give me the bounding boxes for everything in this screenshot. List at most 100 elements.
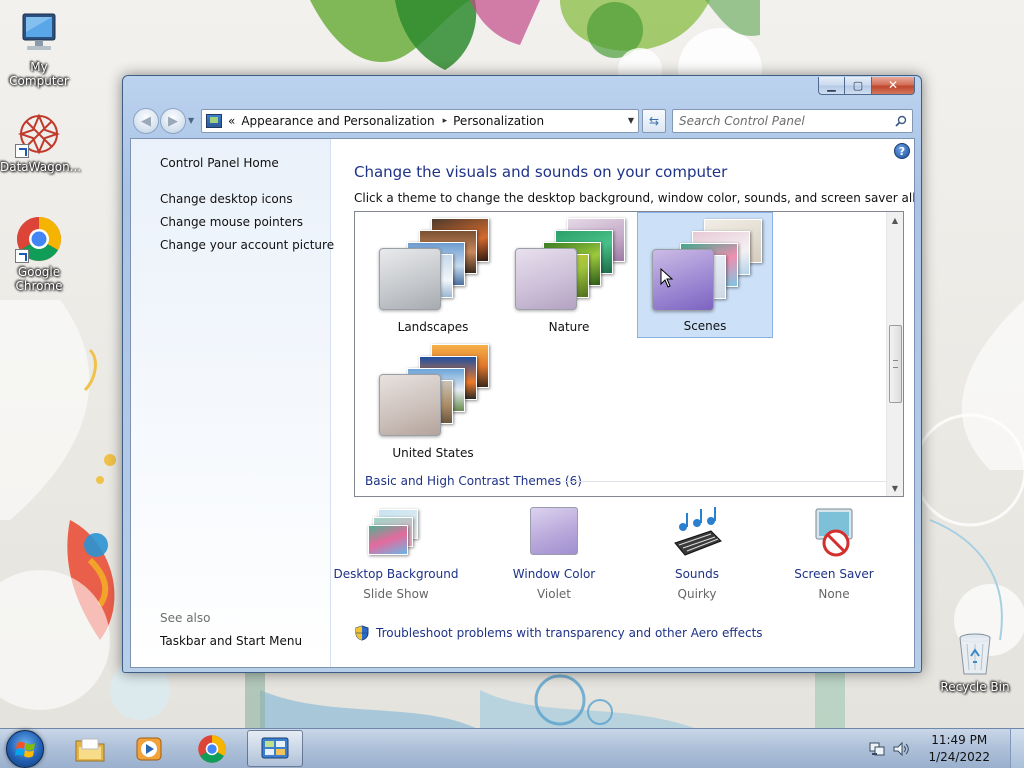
volume-icon[interactable] <box>892 740 910 758</box>
option-title[interactable]: Sounds <box>632 567 762 581</box>
search-box[interactable] <box>672 109 913 133</box>
option-title[interactable]: Desktop Background <box>331 567 461 581</box>
search-input[interactable] <box>679 114 889 128</box>
minimize-button[interactable]: ▁ <box>818 77 845 95</box>
see-also-heading: See also <box>160 611 211 625</box>
desktop-icon-label: DataWagon... <box>0 160 82 174</box>
clock[interactable]: 11:49 PM 1/24/2022 <box>928 732 990 766</box>
refresh-button[interactable]: ⇆ <box>642 109 666 133</box>
desktop-icon-label: My Computer <box>9 60 69 88</box>
forward-button[interactable]: ▶ <box>160 108 186 134</box>
troubleshoot-aero-link[interactable]: Troubleshoot problems with transparency … <box>354 625 763 641</box>
main-pane: ? Change the visuals and sounds on your … <box>331 139 914 667</box>
forward-arrow-icon: ▶ <box>168 113 178 129</box>
close-icon: ✕ <box>887 78 899 92</box>
breadcrumb-separator-icon[interactable]: ▸ <box>443 116 448 126</box>
breadcrumb-overflow[interactable]: « <box>228 114 235 128</box>
back-button[interactable]: ◀ <box>133 108 159 134</box>
desktop-background-icon <box>368 507 424 559</box>
window-color-icon <box>526 507 582 559</box>
taskbar-media-player[interactable] <box>121 730 177 767</box>
sounds-icon <box>669 507 725 559</box>
desktop-icon-recycle-bin[interactable]: Recycle Bin <box>936 630 1014 694</box>
theme-scenes[interactable]: Scenes <box>637 212 773 338</box>
taskbar-windows-explorer[interactable] <box>62 730 118 767</box>
desktop-background-option[interactable]: Desktop Background Slide Show <box>331 507 461 601</box>
desktop-icon-google-chrome[interactable]: Google Chrome <box>0 215 78 293</box>
window-content: Control Panel Home Change desktop icons … <box>130 138 915 668</box>
clock-date: 1/24/2022 <box>928 750 990 764</box>
window-color-option[interactable]: Window Color Violet <box>489 507 619 601</box>
taskbar: 11:49 PM 1/24/2022 <box>0 728 1024 768</box>
shield-icon <box>355 625 369 641</box>
scrollbar-thumb[interactable] <box>889 325 902 403</box>
page-title: Change the visuals and sounds on your co… <box>354 163 728 181</box>
personalization-window: ▁ ▢ ✕ ◀ ▶ ▼ « Appearance and Personaliza… <box>122 75 922 673</box>
screen-saver-option[interactable]: Screen Saver None <box>769 507 899 601</box>
back-arrow-icon: ◀ <box>141 113 151 129</box>
shortcut-arrow-icon <box>15 144 29 158</box>
control-panel-icon <box>261 737 289 758</box>
shortcut-arrow-icon <box>15 249 29 263</box>
address-bar[interactable]: « Appearance and Personalization ▸ Perso… <box>201 109 639 133</box>
option-value: Quirky <box>677 587 717 601</box>
taskbar-google-chrome[interactable] <box>184 730 240 767</box>
task-pane: Control Panel Home Change desktop icons … <box>131 139 334 667</box>
breadcrumb-appearance[interactable]: Appearance and Personalization <box>241 114 434 128</box>
maximize-button[interactable]: ▢ <box>845 77 872 95</box>
group-divider <box>563 481 891 482</box>
taskbar-start-menu-link[interactable]: Taskbar and Start Menu <box>160 634 302 648</box>
basic-high-contrast-themes-group[interactable]: Basic and High Contrast Themes (6) <box>365 474 582 488</box>
media-player-icon <box>136 737 162 760</box>
desktop-icon-label: Recycle Bin <box>940 680 1010 694</box>
desktop-icon-datawagon[interactable]: DataWagon... <box>0 110 82 174</box>
start-button[interactable] <box>6 730 44 768</box>
close-button[interactable]: ✕ <box>872 77 915 95</box>
theme-color-preview <box>379 248 441 310</box>
chrome-icon <box>198 734 226 763</box>
show-desktop-button[interactable] <box>1010 729 1024 768</box>
refresh-icon: ⇆ <box>648 114 660 128</box>
page-subtitle: Click a theme to change the desktop back… <box>354 191 915 205</box>
option-value: None <box>818 587 850 601</box>
option-value: Violet <box>536 587 572 601</box>
network-icon[interactable] <box>868 740 886 758</box>
control-panel-icon <box>206 114 222 128</box>
theme-list-scrollbar[interactable]: ▲ ▼ <box>886 212 903 496</box>
help-icon[interactable]: ? <box>894 143 910 159</box>
change-account-picture-link[interactable]: Change your account picture <box>160 238 334 252</box>
recent-pages-dropdown[interactable]: ▼ <box>188 116 194 125</box>
theme-landscapes[interactable]: Landscapes <box>365 212 501 338</box>
troubleshoot-link-text[interactable]: Troubleshoot problems with transparency … <box>376 626 763 640</box>
option-title[interactable]: Screen Saver <box>769 567 899 581</box>
theme-label: Nature <box>548 320 590 334</box>
theme-united-states[interactable]: United States <box>365 338 501 464</box>
theme-label: United States <box>392 446 474 460</box>
desktop-icon-my-computer[interactable]: My Computer <box>0 10 78 88</box>
taskbar-control-panel[interactable] <box>247 730 303 767</box>
change-mouse-pointers-link[interactable]: Change mouse pointers <box>160 215 303 229</box>
windows-logo-icon <box>15 741 35 758</box>
theme-nature[interactable]: Nature <box>501 212 637 338</box>
chrome-icon <box>15 215 63 263</box>
recycle-bin-icon <box>951 630 999 678</box>
theme-color-preview <box>515 248 577 310</box>
clock-time: 11:49 PM <box>931 733 988 747</box>
address-dropdown-icon[interactable]: ▼ <box>628 116 634 125</box>
search-icon[interactable] <box>895 115 907 127</box>
sounds-option[interactable]: Sounds Quirky <box>632 507 762 601</box>
computer-icon <box>15 10 63 58</box>
breadcrumb-personalization[interactable]: Personalization <box>453 114 544 128</box>
notification-area: 11:49 PM 1/24/2022 <box>868 729 1024 768</box>
change-desktop-icons-link[interactable]: Change desktop icons <box>160 192 293 206</box>
theme-label: Scenes <box>683 319 727 333</box>
theme-label: Landscapes <box>397 320 469 334</box>
scroll-down-icon[interactable]: ▼ <box>887 480 903 496</box>
maximize-icon: ▢ <box>852 79 864 92</box>
option-title[interactable]: Window Color <box>489 567 619 581</box>
control-panel-home-link[interactable]: Control Panel Home <box>160 156 279 170</box>
folder-icon <box>75 738 105 761</box>
minimize-icon: ▁ <box>827 79 836 92</box>
scroll-up-icon[interactable]: ▲ <box>887 212 903 228</box>
screen-saver-icon <box>806 507 862 559</box>
